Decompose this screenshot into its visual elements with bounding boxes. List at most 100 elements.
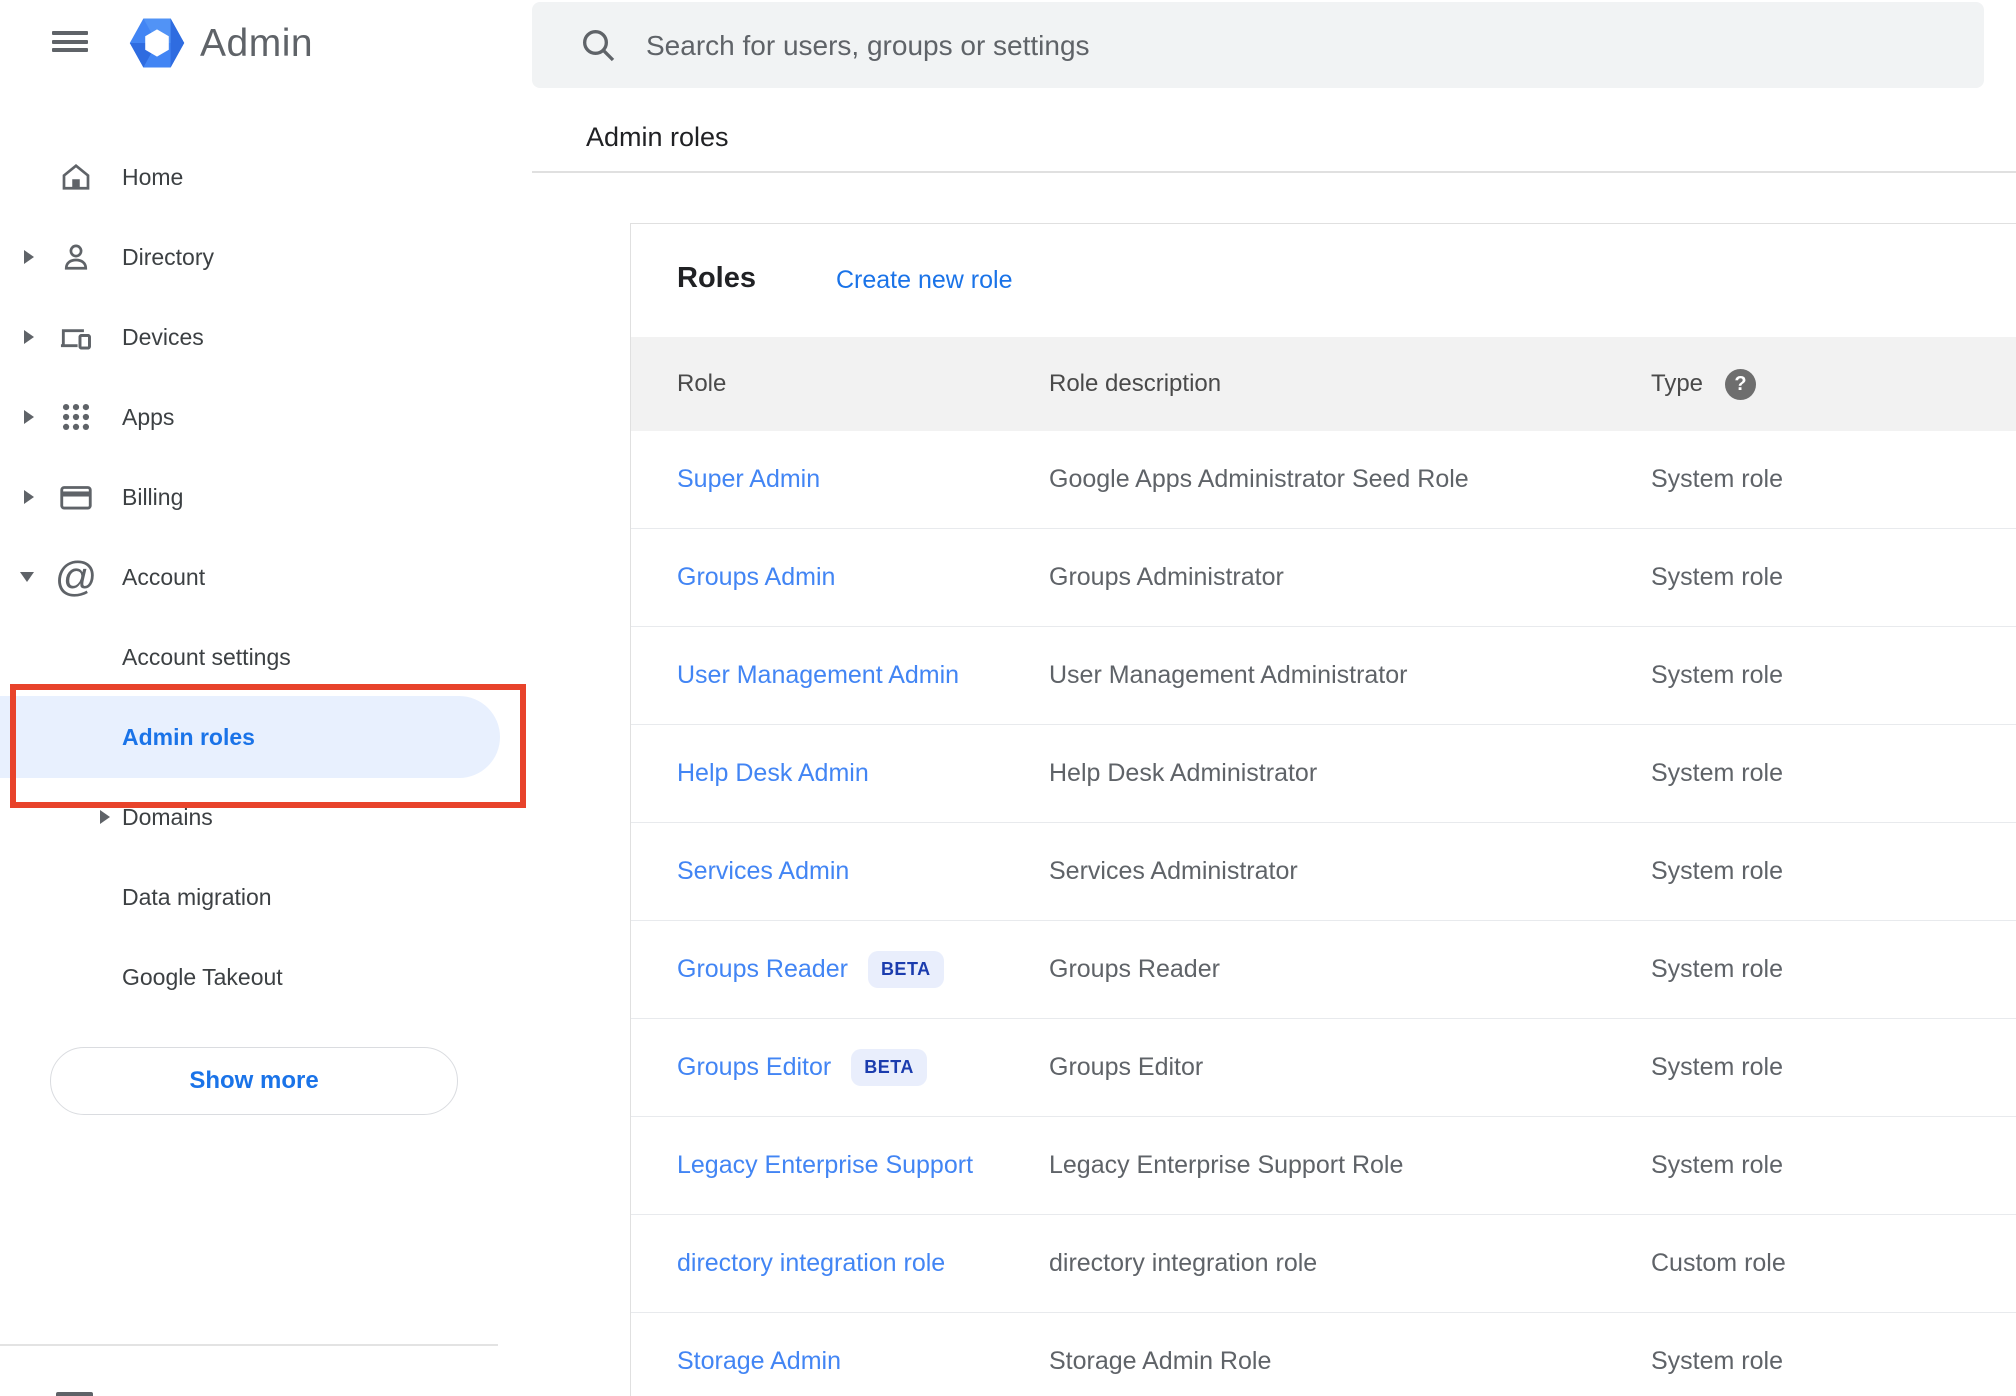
at-sign-icon: @ xyxy=(54,553,98,600)
role-link[interactable]: Legacy Enterprise Support xyxy=(677,1151,973,1180)
sidebar-item-google-takeout[interactable]: Google Takeout xyxy=(0,937,530,1017)
header-divider xyxy=(532,171,2016,173)
chevron-down-icon xyxy=(20,572,34,582)
sidebar-header: Admin xyxy=(0,0,530,90)
sidebar-item-domains[interactable]: Domains xyxy=(0,777,530,857)
role-description: Groups Administrator xyxy=(1049,563,1284,591)
sidebar-nav: Home Directory Devices Apps Billing @ Ac… xyxy=(0,137,530,1115)
role-description: Groups Reader xyxy=(1049,955,1220,983)
table-row: Storage Admin Storage Admin Role System … xyxy=(631,1313,2016,1396)
role-type: System role xyxy=(1651,955,1783,983)
clipped-icon-fragment xyxy=(56,1392,93,1396)
sidebar-item-label: Home xyxy=(122,163,184,190)
role-type: System role xyxy=(1651,661,1783,689)
role-link[interactable]: Super Admin xyxy=(677,465,820,494)
sidebar-item-label: Billing xyxy=(122,483,184,510)
roles-panel: Roles Create new role Role Role descript… xyxy=(630,223,2016,1396)
credit-card-icon xyxy=(56,477,96,517)
role-type: System role xyxy=(1651,563,1783,591)
role-description: directory integration role xyxy=(1049,1249,1318,1277)
person-icon xyxy=(56,237,96,277)
sidebar-item-admin-roles[interactable]: Admin roles xyxy=(0,696,530,778)
sidebar-item-devices[interactable]: Devices xyxy=(0,297,530,377)
breadcrumb: Admin roles xyxy=(586,122,729,152)
sidebar-item-label: Admin roles xyxy=(122,723,255,750)
role-type: System role xyxy=(1651,759,1783,787)
role-type: System role xyxy=(1651,1053,1783,1081)
chevron-right-icon xyxy=(100,810,110,824)
role-type: System role xyxy=(1651,1151,1783,1179)
sidebar-item-apps[interactable]: Apps xyxy=(0,377,530,457)
sidebar-item-data-migration[interactable]: Data migration xyxy=(0,857,530,937)
table-row: directory integration role directory int… xyxy=(631,1215,2016,1313)
role-description: User Management Administrator xyxy=(1049,661,1408,689)
table-row: User Management Admin User Management Ad… xyxy=(631,627,2016,725)
role-description: Storage Admin Role xyxy=(1049,1347,1272,1375)
admin-logo-icon xyxy=(129,18,185,68)
column-header-description: Role description xyxy=(1049,370,1222,397)
chevron-right-icon xyxy=(24,490,34,504)
column-header-type-label: Type xyxy=(1651,370,1704,397)
sidebar-item-label: Apps xyxy=(122,403,175,430)
show-more-button[interactable]: Show more xyxy=(50,1047,458,1115)
sidebar-item-label: Google Takeout xyxy=(122,963,283,990)
role-type: System role xyxy=(1651,857,1783,885)
sidebar-item-home[interactable]: Home xyxy=(0,137,530,217)
column-header-type: Type ? xyxy=(1651,368,2016,400)
sidebar-item-label: Domains xyxy=(122,803,213,830)
role-description: Legacy Enterprise Support Role xyxy=(1049,1151,1404,1179)
beta-badge: BETA xyxy=(867,951,944,988)
sidebar-item-billing[interactable]: Billing xyxy=(0,457,530,537)
sidebar-divider xyxy=(0,1344,498,1346)
table-row: Groups Admin Groups Administrator System… xyxy=(631,529,2016,627)
search-input[interactable] xyxy=(644,2,1948,90)
role-description: Help Desk Administrator xyxy=(1049,759,1318,787)
role-link[interactable]: Groups Editor xyxy=(677,1053,831,1082)
chevron-right-icon xyxy=(24,330,34,344)
role-type: System role xyxy=(1651,465,1783,493)
apps-grid-icon xyxy=(56,397,96,437)
sidebar-item-label: Directory xyxy=(122,243,215,270)
chevron-right-icon xyxy=(24,250,34,264)
sidebar-item-label: Devices xyxy=(122,323,204,350)
role-link[interactable]: User Management Admin xyxy=(677,661,959,690)
menu-icon[interactable] xyxy=(52,31,88,52)
role-link[interactable]: Storage Admin xyxy=(677,1347,841,1376)
role-description: Groups Editor xyxy=(1049,1053,1204,1081)
home-icon xyxy=(56,157,96,197)
panel-title: Roles xyxy=(677,262,756,294)
sidebar-item-label: Account settings xyxy=(122,643,291,670)
search-icon xyxy=(583,30,615,62)
table-row: Groups Reader BETA Groups Reader System … xyxy=(631,921,2016,1019)
sidebar-item-account[interactable]: @ Account xyxy=(0,537,530,617)
role-description: Google Apps Administrator Seed Role xyxy=(1049,465,1469,493)
create-new-role-link[interactable]: Create new role xyxy=(836,266,1012,295)
help-icon[interactable]: ? xyxy=(1725,368,1757,400)
role-link[interactable]: Groups Reader xyxy=(677,955,848,984)
table-header: Role Role description Type ? xyxy=(631,337,2016,431)
beta-badge: BETA xyxy=(851,1049,927,1086)
table-row: Legacy Enterprise Support Legacy Enterpr… xyxy=(631,1117,2016,1215)
table-row: Super Admin Google Apps Administrator Se… xyxy=(631,431,2016,529)
search-bar[interactable] xyxy=(532,2,1984,90)
table-row: Services Admin Services Administrator Sy… xyxy=(631,823,2016,921)
table-row: Groups Editor BETA Groups Editor System … xyxy=(631,1019,2016,1117)
role-type: Custom role xyxy=(1651,1249,1786,1277)
devices-icon xyxy=(56,317,96,357)
sidebar-item-label: Account xyxy=(122,563,206,590)
chevron-right-icon xyxy=(24,410,34,424)
role-link[interactable]: directory integration role xyxy=(677,1249,945,1278)
sidebar-item-label: Data migration xyxy=(122,883,272,910)
google-admin-console: Admin Home Directory Devices Apps Billin… xyxy=(0,0,2016,1396)
sidebar-item-directory[interactable]: Directory xyxy=(0,217,530,297)
panel-header: Roles Create new role xyxy=(631,224,2016,337)
column-header-role: Role xyxy=(677,370,727,397)
role-link[interactable]: Services Admin xyxy=(677,857,849,886)
app-title: Admin xyxy=(200,22,314,65)
sidebar-item-account-settings[interactable]: Account settings xyxy=(0,617,530,697)
sidebar: Admin Home Directory Devices Apps Billin… xyxy=(0,0,530,1396)
table-row: Help Desk Admin Help Desk Administrator … xyxy=(631,725,2016,823)
role-link[interactable]: Groups Admin xyxy=(677,563,835,592)
role-type: System role xyxy=(1651,1347,1783,1375)
role-link[interactable]: Help Desk Admin xyxy=(677,759,869,788)
